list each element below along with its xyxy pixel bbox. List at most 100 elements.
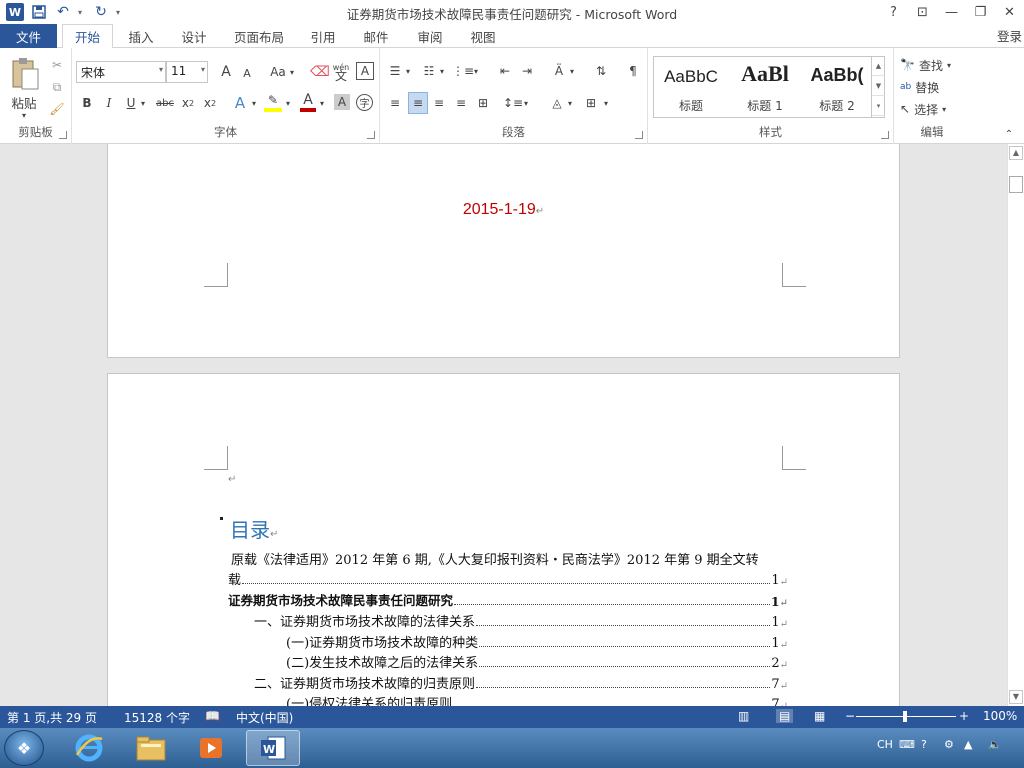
help-tray-icon[interactable]: ? (921, 738, 927, 751)
align-left-icon[interactable]: ≡ (386, 94, 404, 112)
cut-icon[interactable]: ✂ (48, 56, 66, 74)
word-count-status[interactable]: 15128 个字 (124, 709, 190, 726)
enclose-characters-button[interactable]: 字 (356, 94, 373, 111)
minimize-button[interactable]: — (937, 0, 966, 24)
styles-scroll-down-icon[interactable]: ▼ (872, 76, 885, 96)
align-right-icon[interactable]: ≡ (430, 94, 448, 112)
document-date[interactable]: 2015-1-19↵ (108, 201, 899, 219)
change-case-button[interactable]: Aa (268, 62, 288, 82)
collapse-ribbon-icon[interactable]: ⌃ (1002, 128, 1016, 140)
toc-entry[interactable]: (一)证券期货市场技术故障的种类 1 ↵ (286, 631, 788, 651)
format-painter-icon[interactable]: 🖌 (48, 100, 66, 118)
keyboard-icon[interactable]: ⌨ (899, 738, 915, 751)
font-color-dropdown-icon[interactable]: ▾ (318, 94, 326, 112)
numbering-icon[interactable]: ☷ (420, 62, 438, 80)
subscript-button[interactable]: x2 (180, 94, 196, 112)
line-spacing-dropdown-icon[interactable]: ▾ (522, 94, 530, 112)
clear-formatting-icon[interactable]: ⌫ (310, 62, 330, 82)
superscript-button[interactable]: x2 (202, 94, 218, 112)
style-heading-2[interactable]: AaBb( 标题 2 (802, 57, 872, 117)
show-hidden-icons-icon[interactable]: ▲ (964, 738, 972, 751)
tab-references[interactable]: 引用 (304, 24, 342, 49)
select-dropdown-icon[interactable]: ▾ (942, 105, 946, 114)
shading-dropdown-icon[interactable]: ▾ (566, 94, 574, 112)
select-button[interactable]: ↖ 选择 ▾ (900, 100, 962, 118)
document-area[interactable]: 2015-1-19↵ ↵ 目录↵ 原载《法律适用》2012 年第 6 期,《人大… (0, 144, 1007, 706)
page-2[interactable]: ↵ 目录↵ 原载《法律适用》2012 年第 6 期,《人大复印报刊资料・民商法学… (107, 373, 900, 706)
login-link[interactable]: 登录 (997, 26, 1022, 45)
tab-home[interactable]: 开始 (62, 24, 113, 49)
bullets-icon[interactable]: ☰ (386, 62, 404, 80)
restore-button[interactable]: ❐ (966, 0, 995, 24)
paste-icon[interactable] (8, 54, 42, 94)
scroll-up-icon[interactable]: ▲ (1009, 146, 1023, 160)
volume-icon[interactable]: 🔈 (988, 738, 1002, 751)
tab-mailings[interactable]: 邮件 (357, 24, 395, 49)
tab-layout[interactable]: 页面布局 (230, 24, 288, 49)
ie-taskbar-icon[interactable] (62, 730, 116, 766)
replace-button[interactable]: ab 替换 (900, 78, 962, 96)
italic-button[interactable]: I (102, 94, 116, 112)
tab-view[interactable]: 视图 (464, 24, 502, 49)
underline-dropdown-icon[interactable]: ▾ (139, 94, 147, 112)
paragraph-launcher-icon[interactable] (635, 131, 643, 139)
numbering-dropdown-icon[interactable]: ▾ (438, 62, 446, 80)
scroll-thumb[interactable] (1009, 176, 1023, 193)
style-heading-1[interactable]: AaBl 标题 1 (728, 57, 802, 117)
text-effects-dropdown-icon[interactable]: ▾ (250, 94, 258, 112)
toc-title[interactable]: 目录↵ (230, 514, 278, 543)
font-name-combo[interactable]: 宋体 ▾ (76, 61, 166, 83)
phonetic-guide-button[interactable]: wén 文 (332, 61, 350, 83)
toc-entry[interactable]: 二、证券期货市场技术故障的归责原则 7 ↵ (254, 672, 788, 692)
font-launcher-icon[interactable] (367, 131, 375, 139)
zoom-in-icon[interactable]: + (959, 709, 969, 723)
text-effects-button[interactable]: A (232, 94, 248, 112)
zoom-level[interactable]: 100% (983, 709, 1017, 723)
close-button[interactable]: ✕ (995, 0, 1024, 24)
character-border-button[interactable]: A (356, 62, 374, 80)
styles-scroll-up-icon[interactable]: ▲ (872, 56, 885, 76)
sort-icon[interactable]: ⇅ (592, 62, 610, 80)
distributed-icon[interactable]: ⊞ (474, 94, 492, 112)
highlight-color-icon[interactable]: ✎ (264, 92, 282, 112)
shading-icon[interactable]: ◬ (548, 94, 566, 112)
underline-button[interactable]: U (124, 94, 138, 112)
start-button[interactable]: ❖ (4, 730, 44, 766)
line-spacing-icon[interactable]: ↕≡ (503, 94, 523, 112)
media-player-taskbar-icon[interactable] (184, 730, 238, 766)
scroll-down-icon[interactable]: ▼ (1009, 690, 1023, 704)
proofing-icon[interactable]: 📖 (205, 709, 220, 723)
borders-icon[interactable]: ⊞ (582, 94, 600, 112)
page-1[interactable]: 2015-1-19↵ (107, 144, 900, 358)
copy-icon[interactable]: ⧉ (48, 78, 66, 96)
font-size-combo[interactable]: 11 ▾ (166, 61, 208, 83)
zoom-out-icon[interactable]: − (845, 709, 855, 723)
styles-more-icon[interactable]: ▾ (872, 96, 885, 116)
toc-entry[interactable]: 载 1 ↵ (228, 568, 788, 588)
decrease-indent-icon[interactable]: ⇤ (496, 62, 514, 80)
ribbon-display-options-button[interactable]: ⊡ (908, 0, 937, 24)
bold-button[interactable]: B (80, 94, 94, 112)
page-count-status[interactable]: 第 1 页,共 29 页 (7, 709, 97, 726)
toc-entry[interactable]: 原载《法律适用》2012 年第 6 期,《人大复印报刊资料・民商法学》2012 … (231, 548, 788, 568)
tab-review[interactable]: 审阅 (411, 24, 449, 49)
tab-insert[interactable]: 插入 (122, 24, 160, 49)
ime-options-icon[interactable]: ⚙ (944, 738, 954, 751)
paste-button[interactable]: 粘贴 (6, 94, 42, 111)
input-language-indicator[interactable]: CH (877, 738, 893, 751)
increase-indent-icon[interactable]: ⇥ (518, 62, 536, 80)
style-title[interactable]: AaBbC 标题 (654, 57, 728, 117)
chinese-layout-dropdown-icon[interactable]: ▾ (568, 62, 576, 80)
toc-entry[interactable]: 一、证券期货市场技术故障的法律关系 1 ↵ (254, 610, 788, 630)
multilevel-dropdown-icon[interactable]: ▾ (472, 62, 480, 80)
highlight-dropdown-icon[interactable]: ▾ (284, 94, 292, 112)
strikethrough-button[interactable]: abc (154, 94, 176, 112)
align-center-icon[interactable]: ≡ (408, 92, 428, 114)
find-button[interactable]: 🔭 查找 ▾ (900, 56, 962, 74)
toc-entry[interactable]: 证券期货市场技术故障民事责任问题研究 1 ↵ (228, 589, 788, 609)
chinese-layout-icon[interactable]: Ä (550, 62, 568, 80)
tab-file[interactable]: 文件 (0, 24, 57, 48)
character-shading-button[interactable]: A (334, 94, 350, 110)
show-hide-marks-icon[interactable]: ¶ (624, 62, 642, 80)
help-button[interactable]: ? (879, 0, 908, 24)
